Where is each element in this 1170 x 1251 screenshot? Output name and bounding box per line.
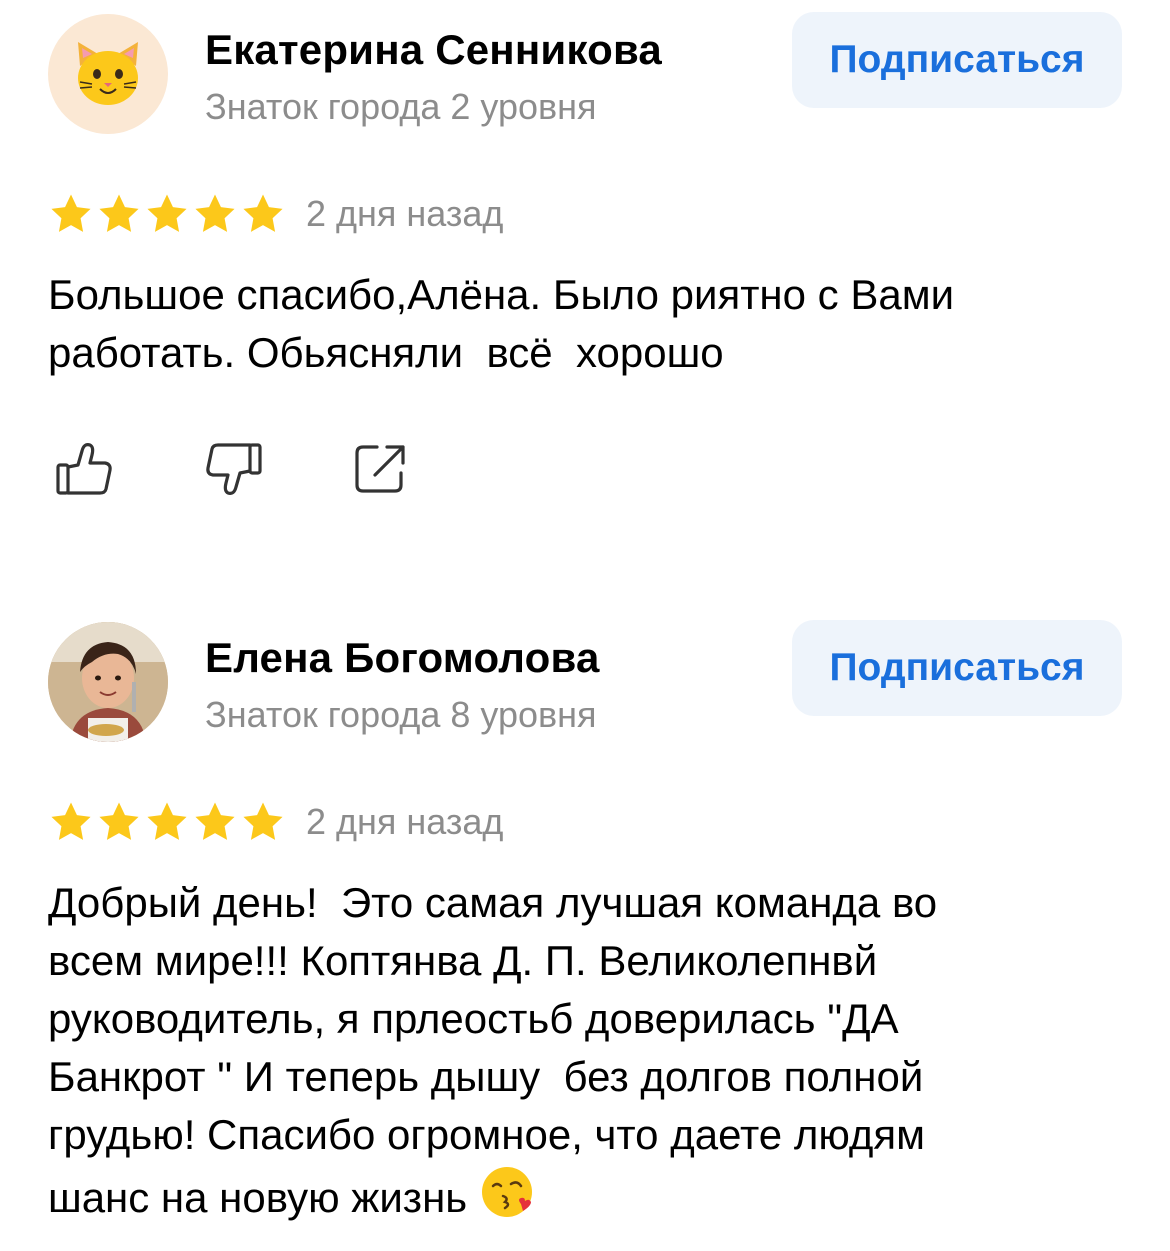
rating-row: 2 дня назад [48,797,503,847]
star-icon [243,194,283,232]
star-icon [99,194,139,232]
thumbs-down-icon[interactable] [203,439,263,499]
subscribe-button[interactable]: Подписаться [792,12,1122,108]
subscribe-button[interactable]: Подписаться [792,620,1122,716]
star-rating [48,191,286,237]
star-icon [147,802,187,840]
star-icon [147,194,187,232]
avatar[interactable] [48,14,168,134]
star-icon [99,802,139,840]
author-level: Знаток города 2 уровня [205,86,597,127]
user-photo [48,622,168,742]
kissing-face-icon [482,1167,533,1217]
star-icon [195,194,235,232]
cat-face-icon [78,42,138,105]
author-name[interactable]: Екатерина Сенникова [205,26,662,74]
share-icon[interactable] [351,439,411,499]
star-icon [51,802,91,840]
review-text: Добрый день! Это самая лучшая команда во… [48,874,1138,1227]
review-card: Екатерина Сенникова Знаток города 2 уров… [0,12,1170,514]
review-date: 2 дня назад [306,193,504,234]
star-icon [51,194,91,232]
star-rating [48,799,286,845]
rating-row: 2 дня назад [48,189,503,239]
star-icon [195,802,235,840]
thumbs-up-icon[interactable] [55,439,115,499]
review-text: Большое спасибо,Алёна. Было риятно с Вам… [48,271,955,376]
star-icon [243,802,283,840]
review-actions [55,439,499,499]
review-date: 2 дня назад [306,801,504,842]
author-name[interactable]: Елена Богомолова [205,634,600,682]
avatar[interactable] [48,622,168,742]
author-level: Знаток города 8 уровня [205,694,597,735]
review-card: Елена Богомолова Знаток города 8 уровня … [0,620,1170,1242]
